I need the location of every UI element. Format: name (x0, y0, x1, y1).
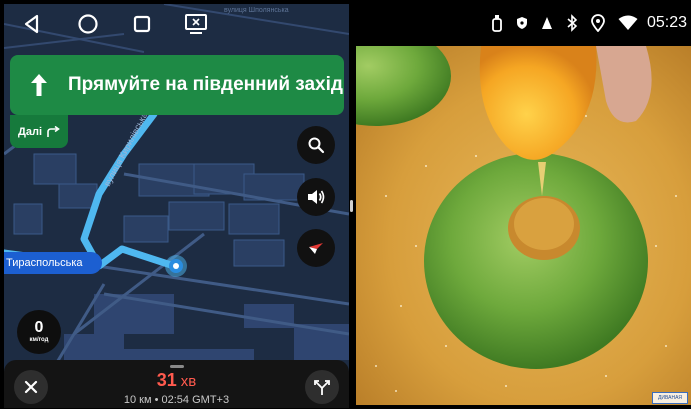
shield-icon (516, 17, 527, 29)
speed-value: 0 (34, 319, 44, 336)
eta-unit: хв (180, 373, 197, 390)
usb-icon (492, 15, 502, 32)
next-maneuver-chip[interactable]: Далі (10, 115, 68, 148)
video-player[interactable] (356, 46, 691, 405)
recent-apps-button[interactable] (128, 10, 156, 38)
wifi-icon (618, 15, 638, 30)
next-label: Далі (18, 125, 42, 138)
trip-summary-panel[interactable]: 31 хв 10 км • 02:54 GMT+3 (4, 360, 349, 408)
screen-mirror-icon (185, 14, 207, 34)
eta-details: 10 км • 02:54 GMT+3 (123, 394, 230, 406)
route-options-icon (314, 380, 330, 395)
back-icon (24, 14, 39, 34)
map-street-label-top: вулиця Шполянська (224, 7, 289, 14)
eta-minutes: 31 (156, 370, 177, 390)
screen-mirror-button[interactable] (182, 10, 210, 38)
recent-apps-icon (133, 15, 151, 33)
location-icon (591, 14, 605, 32)
search-icon (308, 137, 325, 154)
signal-icon (541, 17, 552, 29)
clock: 05:23 (646, 14, 687, 31)
channel-watermark: ДИВАНАЯ (652, 392, 688, 404)
instruction-text: Прямуйте на південний захід (68, 74, 343, 95)
speed-unit: км/год (29, 337, 49, 343)
back-button[interactable] (18, 10, 46, 38)
compass-button[interactable] (297, 229, 335, 267)
bluetooth-icon (567, 14, 578, 32)
turn-instruction-card[interactable]: Прямуйте на південний захід (10, 55, 344, 115)
video-frame (356, 46, 691, 405)
volume-icon (308, 190, 325, 204)
speedometer: 0 км/год (17, 310, 61, 354)
home-button[interactable] (74, 10, 102, 38)
status-bar: 05:23 (356, 0, 691, 46)
split-screen-divider[interactable] (350, 200, 353, 212)
navigation-pane[interactable]: вулиця Кирилівська вулиця Шполянська Пря… (4, 4, 349, 408)
panel-drag-handle[interactable] (170, 365, 184, 368)
route-options-button[interactable] (305, 370, 339, 404)
compass-icon (309, 243, 323, 254)
eta-time: 31 хв (4, 370, 349, 391)
current-street-label: Тираспольська (4, 252, 102, 274)
turn-right-icon (47, 125, 60, 137)
search-button[interactable] (297, 126, 335, 164)
volume-button[interactable] (297, 178, 335, 216)
arrow-up-icon (31, 74, 47, 96)
home-icon (78, 14, 98, 34)
street-name: Тираспольська (6, 257, 83, 269)
